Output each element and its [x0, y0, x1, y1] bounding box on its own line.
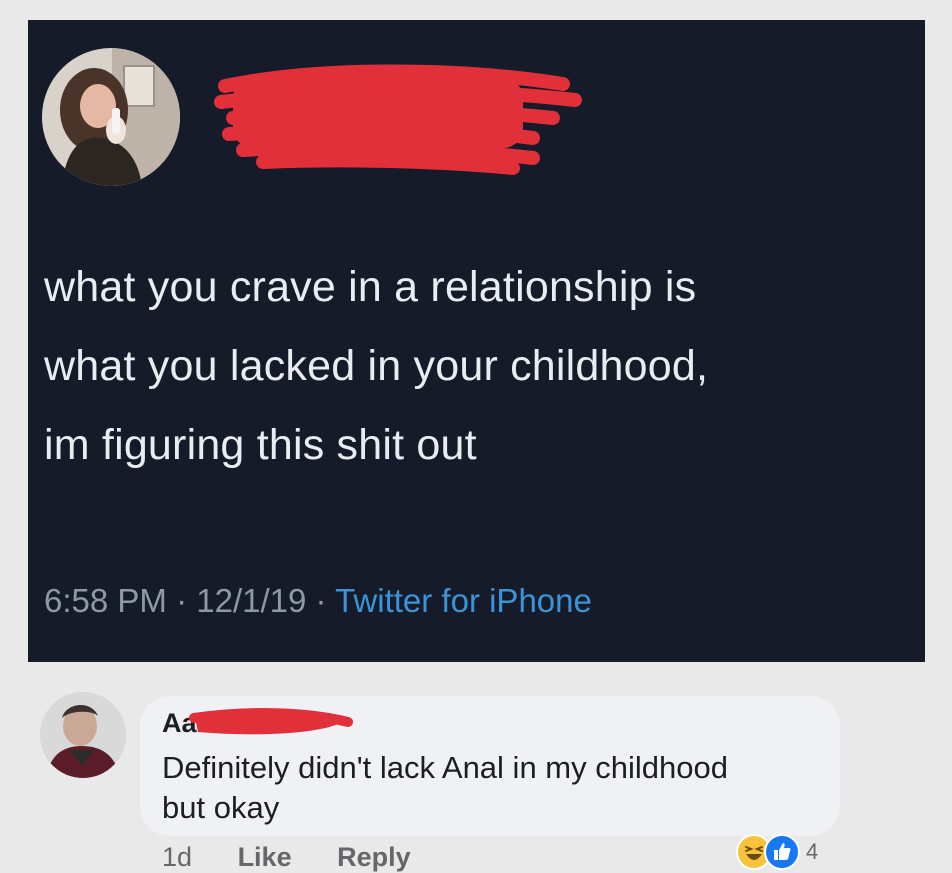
tweet-date: 12/1/19 — [196, 582, 307, 619]
comment-avatar[interactable] — [40, 692, 126, 778]
reactions-summary[interactable]: 4 — [736, 832, 818, 872]
comment-text: Definitely didn't lack Anal in my childh… — [162, 750, 728, 825]
tweet-source-link[interactable]: Twitter for iPhone — [335, 582, 592, 619]
comment-actions: 1d Like Reply — [162, 842, 449, 873]
comment-bubble: Aa Definitely didn't lack Anal in my chi… — [140, 696, 840, 836]
tweet-time: 6:58 PM — [44, 582, 167, 619]
comment-age: 1d — [162, 842, 193, 872]
tweet-card: what you crave in a relationship is what… — [28, 20, 925, 662]
avatar-photo-icon — [42, 48, 180, 186]
meta-separator: · — [166, 582, 197, 619]
tweet-avatar[interactable] — [42, 48, 180, 186]
reaction-count: 4 — [806, 839, 819, 864]
like-button[interactable]: Like — [238, 842, 292, 872]
thumbs-up-icon — [774, 843, 791, 860]
tweet-meta: 6:58 PM · 12/1/19 · Twitter for iPhone — [44, 582, 592, 620]
meta-separator: · — [306, 582, 336, 619]
reply-button[interactable]: Reply — [337, 842, 411, 872]
redacted-username-scribble — [214, 64, 582, 175]
redacted-author-scribble — [189, 708, 353, 735]
avatar-photo-icon — [40, 692, 126, 778]
like-icon — [764, 834, 800, 870]
tweet-text: what you crave in a relationship is what… — [44, 263, 709, 469]
